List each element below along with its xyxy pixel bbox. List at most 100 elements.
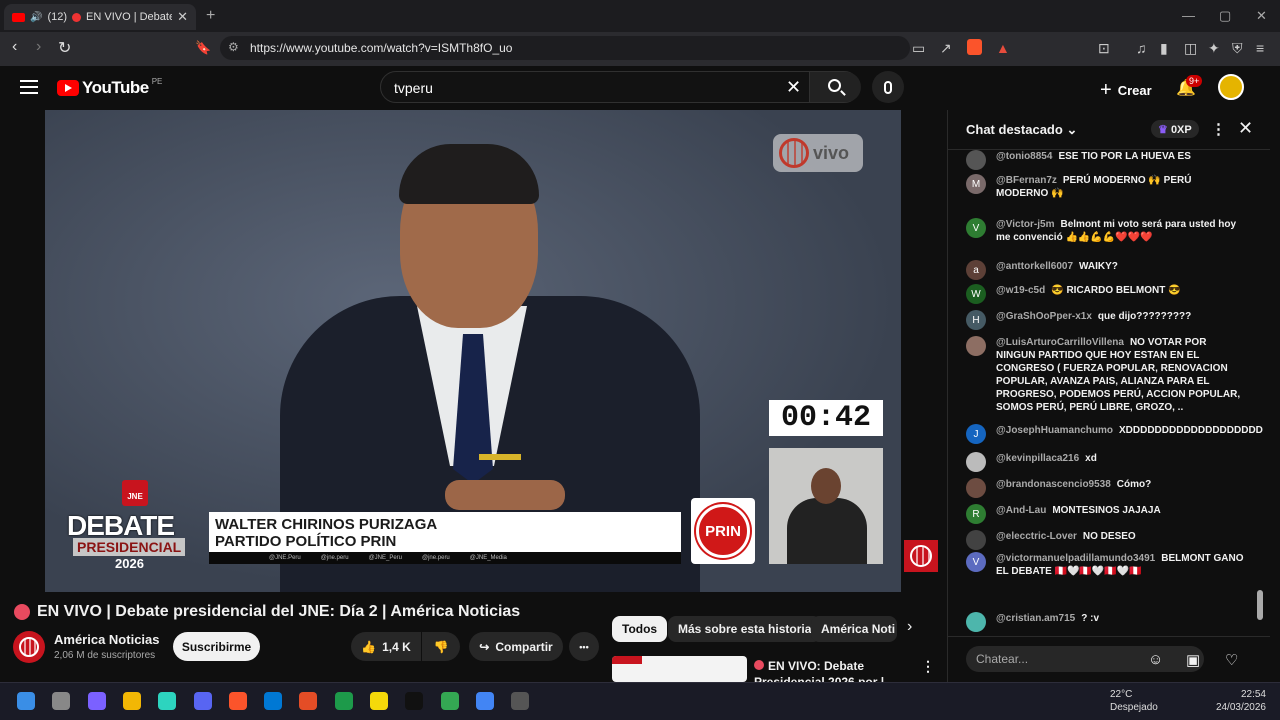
- chat-author-avatar[interactable]: J: [966, 424, 986, 444]
- search-button[interactable]: [809, 72, 861, 102]
- xp-badge[interactable]: ♛ 0XP: [1151, 120, 1199, 138]
- channel-avatar[interactable]: [13, 631, 45, 663]
- emoji-icon[interactable]: ☺: [1148, 651, 1163, 668]
- chat-message[interactable]: H @GraShOoPper-x1x que dijo?????????: [966, 310, 1246, 330]
- chat-message[interactable]: @LuisArturoCarrilloVillena NO VOTAR POR N…: [966, 336, 1246, 414]
- video-player[interactable]: vivo 00:42 JNE DEBATE PRESIDENCIAL 2026 …: [45, 110, 901, 592]
- share-button[interactable]: ↪ Compartir: [469, 632, 563, 661]
- chip-america-noticias[interactable]: América Noti: [811, 616, 897, 642]
- weather-widget[interactable]: 22°C Despejado: [1110, 688, 1158, 714]
- chat-message[interactable]: a @anttorkell6007 WAIKY?: [966, 260, 1246, 280]
- brave-shields-icon[interactable]: [967, 39, 982, 55]
- chat-author-avatar[interactable]: M: [966, 174, 986, 194]
- maximize-button[interactable]: ▢: [1219, 8, 1231, 24]
- chat-scrollbar[interactable]: [1257, 150, 1263, 630]
- chat-author[interactable]: @JosephHuamanchumo: [996, 425, 1113, 436]
- subscribe-button[interactable]: Suscribirme: [173, 632, 260, 661]
- vpn-icon[interactable]: ⛨: [1232, 40, 1243, 57]
- channel-name[interactable]: América Noticias: [54, 632, 160, 647]
- forward-icon[interactable]: ›: [36, 38, 41, 56]
- chat-author[interactable]: @w19-c5d: [996, 285, 1045, 296]
- clear-search-icon[interactable]: ✕: [786, 77, 801, 98]
- cast-icon[interactable]: ▭: [912, 40, 925, 57]
- leo-icon[interactable]: ✦: [1208, 40, 1220, 57]
- chat-author-avatar[interactable]: W: [966, 284, 986, 304]
- chat-author-avatar[interactable]: V: [966, 552, 986, 572]
- chat-message[interactable]: W @w19-c5d 😎 RICARDO BELMONT 😎: [966, 284, 1246, 304]
- chip-next-icon[interactable]: ›: [907, 618, 912, 636]
- office-icon[interactable]: [299, 692, 318, 710]
- chat-author[interactable]: @Victor-j5m: [996, 219, 1054, 230]
- heart-icon[interactable]: ♡: [1225, 651, 1238, 669]
- chat-messages[interactable]: @tonio8854 ESE TIO POR LA HUEVA ES M @BFern…: [948, 150, 1264, 634]
- chat-message[interactable]: R @And-Lau MONTESINOS JAJAJA: [966, 504, 1246, 524]
- speaker-icon[interactable]: 🔊: [30, 12, 42, 23]
- chat-author[interactable]: @brandonascencio9538: [996, 479, 1111, 490]
- chat-message[interactable]: M @BFernan7z PERÚ MODERNO 🙌 PERÚ MODERNO 🙌: [966, 174, 1246, 200]
- chrome-icon[interactable]: [440, 692, 459, 710]
- chat-mode-dropdown[interactable]: Chat destacado ⌄: [966, 122, 1077, 138]
- notes-icon[interactable]: [370, 692, 388, 710]
- dislike-button[interactable]: 👎: [422, 632, 460, 661]
- start-icon[interactable]: [17, 692, 35, 710]
- copilot-icon[interactable]: [87, 692, 106, 710]
- recommendation-menu-icon[interactable]: ⋮: [921, 658, 935, 675]
- file-explorer-icon[interactable]: [122, 692, 141, 710]
- chat-message[interactable]: V @Victor-j5m Belmont mi voto será para us…: [966, 218, 1246, 244]
- recommendation-thumbnail[interactable]: [612, 656, 747, 682]
- chat-author[interactable]: @victormanuelpadillamundo3491: [996, 553, 1155, 564]
- chat-message[interactable]: V @victormanuelpadillamundo3491 BELMONT GA…: [966, 552, 1246, 578]
- chat-author-avatar[interactable]: H: [966, 310, 986, 330]
- hamburger-menu-icon[interactable]: [20, 80, 38, 94]
- chat-author[interactable]: @elecctric-Lover: [996, 531, 1077, 542]
- chat-author[interactable]: @BFernan7z: [996, 175, 1057, 186]
- chat-message[interactable]: @elecctric-Lover NO DESEO: [966, 530, 1246, 550]
- task-view-icon[interactable]: [52, 692, 71, 710]
- close-window-button[interactable]: ✕: [1256, 8, 1267, 24]
- edge-icon[interactable]: [475, 692, 494, 710]
- tab-search-icon[interactable]: ⊡: [1098, 40, 1110, 57]
- chat-author-avatar[interactable]: V: [966, 218, 986, 238]
- chat-author[interactable]: @And-Lau: [996, 505, 1046, 516]
- system-clock[interactable]: 22:54 24/03/2026: [1210, 688, 1266, 714]
- chat-author-avatar[interactable]: [966, 336, 986, 356]
- wallet-icon[interactable]: ◫: [1184, 40, 1197, 57]
- chip-mas-historia[interactable]: Más sobre esta historia: [668, 616, 822, 642]
- chat-scroll-thumb[interactable]: [1257, 590, 1263, 620]
- brave-icon[interactable]: [228, 692, 247, 710]
- tab-close-button[interactable]: ✕: [177, 9, 188, 25]
- menu-icon[interactable]: ≡: [1256, 40, 1264, 56]
- chat-author-avatar[interactable]: a: [966, 260, 986, 280]
- search-input[interactable]: tvperu: [394, 80, 433, 96]
- chat-author[interactable]: @tonio8854: [996, 151, 1052, 162]
- more-actions-button[interactable]: •••: [569, 632, 599, 661]
- chat-author[interactable]: @kevinpillaca216: [996, 453, 1079, 464]
- chat-author-avatar[interactable]: [966, 530, 986, 550]
- obs-icon[interactable]: [511, 692, 530, 710]
- site-info-icon[interactable]: ⚙: [228, 40, 239, 54]
- chat-author[interactable]: @GraShOoPper-x1x: [996, 311, 1092, 322]
- chat-message[interactable]: @kevinpillaca216 xd: [966, 452, 1246, 472]
- media-icon[interactable]: ♫: [1136, 40, 1147, 56]
- chat-message[interactable]: @cristian.am715 ? :v: [966, 612, 1246, 632]
- chat-message[interactable]: @brandonascencio9538 Cómo?: [966, 478, 1246, 498]
- chat-author-avatar[interactable]: [966, 612, 986, 632]
- reload-icon[interactable]: ↻: [58, 38, 71, 58]
- chat-author[interactable]: @cristian.am715: [996, 613, 1075, 624]
- chat-author-avatar[interactable]: [966, 478, 986, 498]
- chat-input[interactable]: Chatear...: [966, 646, 1204, 672]
- sidebar-icon[interactable]: ▮: [1160, 40, 1168, 57]
- app-icon[interactable]: [158, 692, 177, 710]
- voice-search-button[interactable]: [872, 71, 904, 103]
- brave-rewards-icon[interactable]: ▲: [996, 40, 1010, 56]
- chat-author-avatar[interactable]: [966, 150, 986, 170]
- chat-author-avatar[interactable]: R: [966, 504, 986, 524]
- share-icon[interactable]: ↗: [940, 40, 952, 57]
- chat-author[interactable]: @LuisArturoCarrilloVillena: [996, 337, 1124, 348]
- discord-icon[interactable]: [193, 692, 212, 710]
- create-button[interactable]: + Crear: [1100, 79, 1152, 102]
- account-avatar[interactable]: [1218, 74, 1244, 100]
- super-chat-icon[interactable]: ▣: [1186, 651, 1200, 669]
- chat-message[interactable]: @tonio8854 ESE TIO POR LA HUEVA ES: [966, 150, 1246, 170]
- chat-message[interactable]: J @JosephHuamanchumo XDDDDDDDDDDDDDDDDDDD: [966, 424, 1263, 444]
